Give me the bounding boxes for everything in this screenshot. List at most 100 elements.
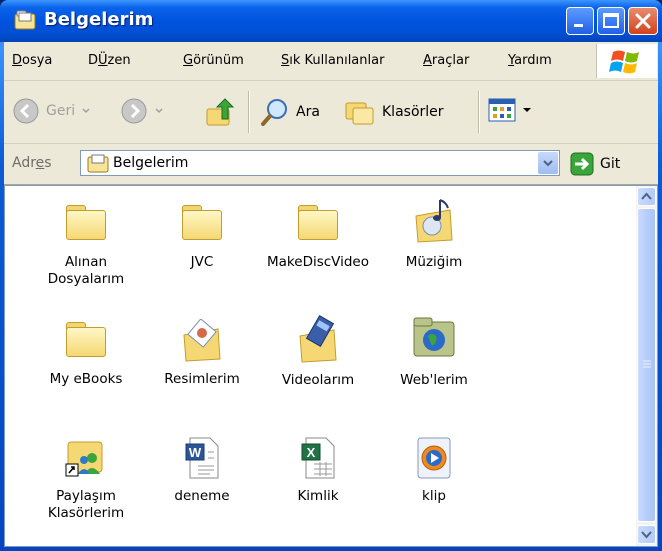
word-document-icon: W <box>178 436 226 480</box>
views-icon <box>488 98 516 122</box>
vertical-scrollbar[interactable] <box>636 186 657 546</box>
list-item[interactable]: JVC <box>147 202 257 271</box>
list-item[interactable]: Web'lerim <box>379 314 489 389</box>
file-list[interactable]: Alınan Dosyalarım JVC MakeDiscVideo Müziğ… <box>4 185 658 547</box>
item-label: Web'lerim <box>400 372 468 388</box>
search-button[interactable]: Ara <box>260 97 320 127</box>
address-bar: Adres Belgelerim Git <box>4 144 658 185</box>
back-arrow-icon <box>13 98 39 124</box>
folder-icon <box>62 202 110 246</box>
item-label: Resimlerim <box>164 371 240 387</box>
address-input[interactable]: Belgelerim <box>80 150 560 176</box>
search-icon <box>261 99 287 126</box>
menu-duzen[interactable]: DÜzen <box>88 53 131 68</box>
go-button[interactable]: Git <box>570 152 620 176</box>
list-item[interactable]: Alınan Dosyalarım <box>31 202 141 288</box>
windows-logo <box>596 44 657 78</box>
menu-label: D <box>88 53 99 68</box>
folder-icon <box>294 202 342 246</box>
item-label: Paylaşım Klasörlerim <box>47 488 125 521</box>
toolbar-separator <box>478 91 479 133</box>
menu-accel: Ü <box>98 53 108 68</box>
address-label-text: Adr <box>12 155 36 171</box>
search-label: Ara <box>296 104 320 120</box>
go-label: Git <box>600 156 621 172</box>
folders-icon <box>345 102 374 125</box>
item-label: Müziğim <box>405 254 463 270</box>
windows-flag-icon <box>609 50 639 74</box>
list-item[interactable]: Paylaşım Klasörlerim <box>31 436 141 522</box>
close-button[interactable] <box>628 7 658 35</box>
address-label-text: s <box>44 155 52 171</box>
maximize-button[interactable] <box>597 7 625 35</box>
video-folder-icon <box>294 314 342 364</box>
chevron-down-icon <box>641 531 652 539</box>
toolbar-separator <box>248 91 249 133</box>
folder-icon <box>14 10 36 30</box>
folder-icon <box>178 202 226 246</box>
list-item[interactable]: Videolarım <box>263 314 373 389</box>
item-label: klip <box>422 488 446 504</box>
item-label: Alınan Dosyalarım <box>47 254 125 287</box>
menu-label: örünüm <box>193 53 244 68</box>
address-value: Belgelerim <box>113 155 189 171</box>
menu-dosya[interactable]: Dosya <box>12 53 52 68</box>
scroll-up-button[interactable] <box>637 187 656 206</box>
folder-icon <box>62 319 110 363</box>
close-icon <box>635 13 651 29</box>
item-label: Videolarım <box>281 372 355 388</box>
folders-button[interactable]: Klasörler <box>344 97 444 127</box>
forward-arrow-icon <box>121 98 147 124</box>
list-item[interactable]: klip <box>379 436 489 505</box>
menu-label: osya <box>22 53 53 68</box>
up-button[interactable] <box>204 97 236 129</box>
back-button[interactable]: Geri <box>12 97 91 125</box>
menu-gorunum[interactable]: Görünüm <box>183 53 244 68</box>
grip-icon <box>643 360 651 368</box>
back-label: Geri <box>46 103 76 119</box>
menu-accel: D <box>12 53 23 68</box>
chevron-down-icon <box>155 108 163 114</box>
list-item[interactable]: X Kimlik <box>263 436 373 505</box>
chevron-down-icon <box>82 108 90 114</box>
address-label-accel: e <box>35 155 45 171</box>
menu-araclar[interactable]: Araçlar <box>423 53 469 68</box>
minimize-button[interactable] <box>566 7 594 35</box>
folders-label: Klasörler <box>382 104 444 120</box>
chevron-down-icon <box>543 160 553 167</box>
minimize-icon <box>574 24 583 27</box>
list-item[interactable]: Müziğim <box>379 196 489 271</box>
item-label: My eBooks <box>49 371 123 387</box>
music-folder-icon <box>410 196 458 246</box>
standard-toolbar: Geri Ara Klasörler <box>4 81 658 144</box>
menu-yardim[interactable]: Yardım <box>508 53 552 68</box>
address-dropdown-button[interactable] <box>538 152 558 174</box>
folder-icon <box>87 154 109 173</box>
scroll-down-button[interactable] <box>637 525 656 544</box>
svg-text:W: W <box>189 445 202 460</box>
item-label: MakeDiscVideo <box>267 254 369 270</box>
media-file-icon <box>410 436 458 480</box>
list-item[interactable]: Resimlerim <box>147 318 257 388</box>
views-button[interactable] <box>488 97 532 123</box>
go-arrow-icon <box>570 152 594 176</box>
menu-label: zen <box>107 53 131 68</box>
forward-button[interactable] <box>120 97 164 125</box>
menu-sik-kullanilanlar[interactable]: Sık Kullanılanlar <box>281 53 384 68</box>
list-item[interactable]: W deneme <box>147 436 257 505</box>
chevron-down-icon <box>523 108 531 112</box>
menu-label: ardım <box>514 53 552 68</box>
list-item[interactable]: My eBooks <box>31 319 141 388</box>
menu-bar: Dosya DÜzen Görünüm Sık Kullanılanlar Ar… <box>4 42 658 81</box>
svg-text:X: X <box>307 445 316 460</box>
chevron-up-icon <box>641 192 652 200</box>
menu-accel: A <box>423 53 432 68</box>
folder-up-icon <box>206 98 235 126</box>
list-item[interactable]: MakeDiscVideo <box>263 202 373 271</box>
scroll-thumb[interactable] <box>637 208 656 522</box>
window-title: Belgelerim <box>44 9 154 30</box>
excel-document-icon: X <box>294 436 342 480</box>
address-label: Adres <box>12 155 52 171</box>
title-bar[interactable]: Belgelerim <box>0 0 662 42</box>
item-label: JVC <box>190 254 214 270</box>
